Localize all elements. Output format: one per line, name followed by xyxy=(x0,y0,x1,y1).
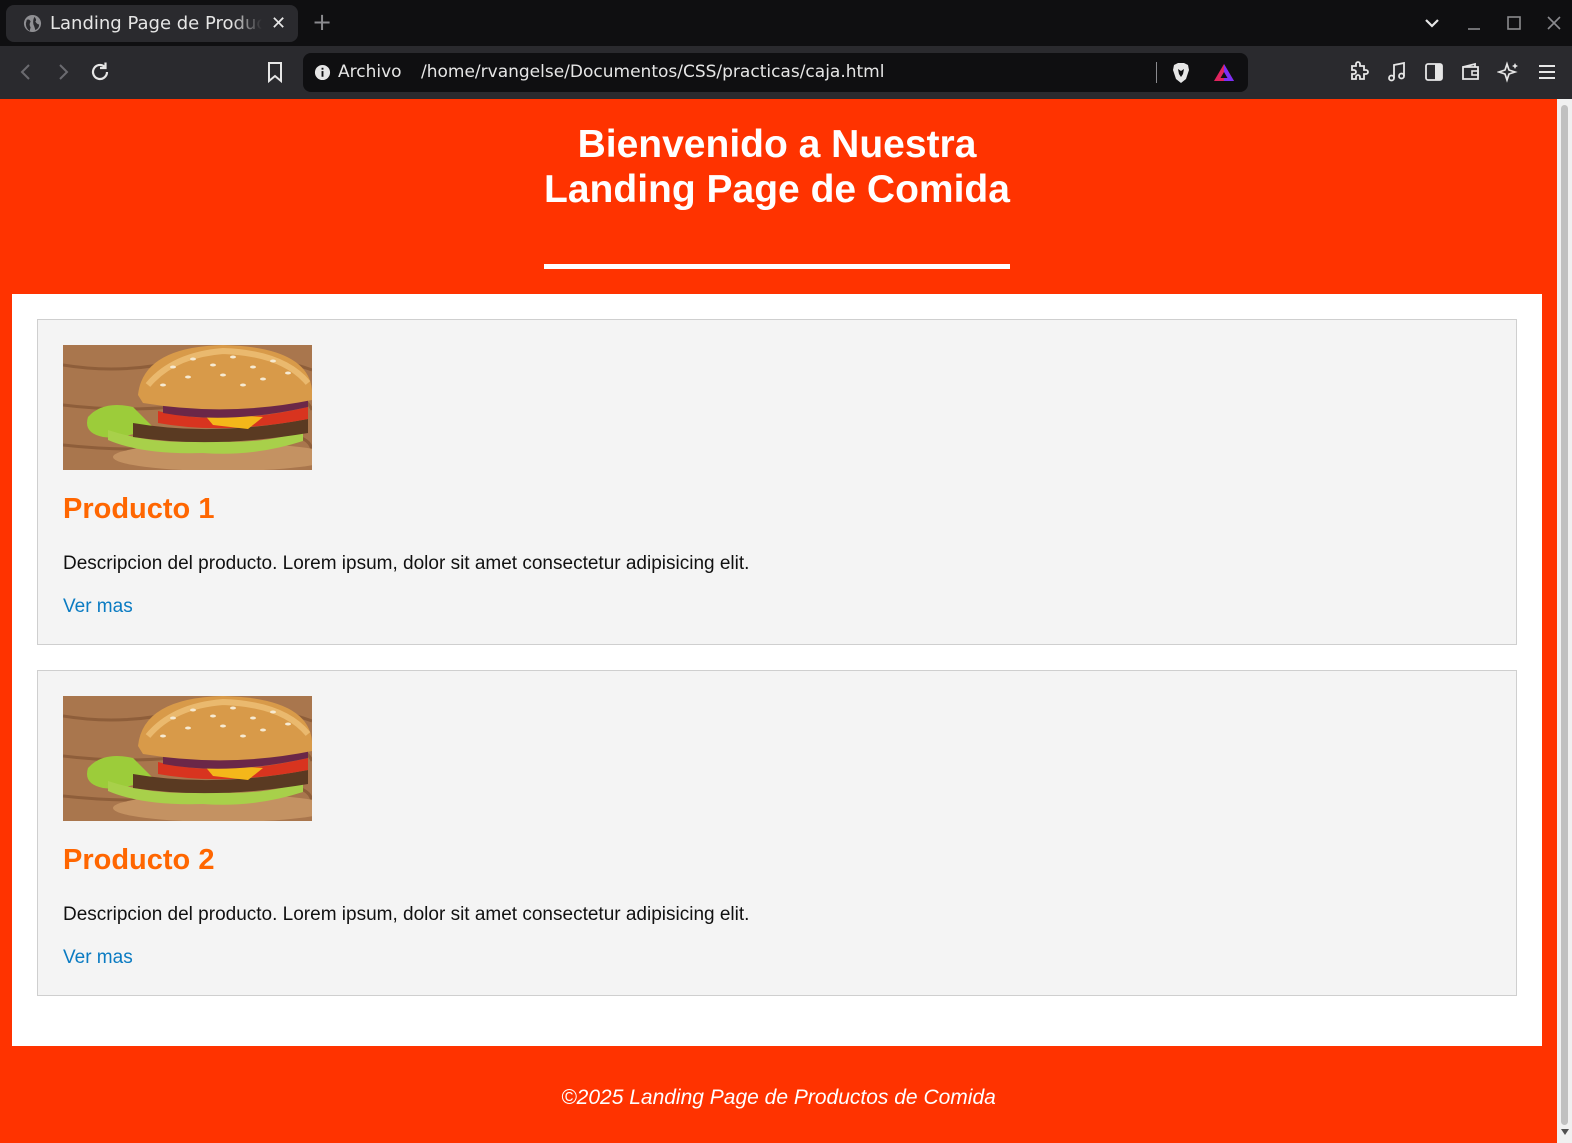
burger-image xyxy=(63,696,312,821)
title-underline xyxy=(544,264,1010,269)
address-bar[interactable]: Archivo /home/rvangelse/Documentos/CSS/p… xyxy=(303,53,1248,92)
page-footer: ©2025 Landing Page de Productos de Comid… xyxy=(0,1046,1557,1143)
browser-tab[interactable]: Landing Page de Productos de Comida ✕ xyxy=(6,5,298,42)
scrollbar-thumb[interactable] xyxy=(1561,105,1568,1125)
tab-title: Landing Page de Productos de Comida xyxy=(50,13,262,34)
page-header: Bienvenido a Nuestra Landing Page de Com… xyxy=(0,99,1557,294)
back-icon[interactable] xyxy=(14,60,38,84)
leo-ai-icon[interactable] xyxy=(1497,60,1521,84)
media-music-icon[interactable] xyxy=(1385,60,1409,84)
footer-copyright: ©2025 Landing Page de Productos de Comid… xyxy=(561,1086,996,1109)
close-tab-icon[interactable]: ✕ xyxy=(271,13,286,34)
burger-image xyxy=(63,345,312,470)
brave-shields-icon[interactable] xyxy=(1169,61,1193,85)
new-tab-button[interactable]: + xyxy=(312,8,332,36)
ver-mas-link[interactable]: Ver mas xyxy=(63,596,133,618)
product-title: Producto 1 xyxy=(63,493,215,525)
scroll-down-arrow-icon[interactable] xyxy=(1561,1129,1569,1135)
url-divider xyxy=(1156,62,1157,83)
browser-toolbar: Archivo /home/rvangelse/Documentos/CSS/p… xyxy=(0,46,1572,99)
reload-icon[interactable] xyxy=(88,60,112,84)
vertical-scrollbar[interactable] xyxy=(1557,99,1572,1143)
page-title: Bienvenido a Nuestra Landing Page de Com… xyxy=(544,123,1010,211)
close-window-icon[interactable] xyxy=(1541,10,1567,36)
page-viewport: Bienvenido a Nuestra Landing Page de Com… xyxy=(0,99,1557,1143)
minimize-icon[interactable] xyxy=(1461,10,1487,36)
tab-list-chevron-icon[interactable] xyxy=(1419,10,1445,36)
product-card: Producto 1 Descripcion del producto. Lor… xyxy=(37,319,1517,645)
extensions-icon[interactable] xyxy=(1347,60,1371,84)
tab-bar: Landing Page de Productos de Comida ✕ + xyxy=(0,0,1572,46)
info-icon[interactable] xyxy=(314,64,331,81)
products-container: Producto 1 Descripcion del producto. Lor… xyxy=(12,294,1542,1046)
product-title: Producto 2 xyxy=(63,844,215,876)
forward-icon[interactable] xyxy=(51,60,75,84)
product-card: Producto 2 Descripcion del producto. Lor… xyxy=(37,670,1517,996)
url-text[interactable]: /home/rvangelse/Documentos/CSS/practicas… xyxy=(421,62,884,82)
maximize-icon[interactable] xyxy=(1501,10,1527,36)
product-description: Descripcion del producto. Lorem ipsum, d… xyxy=(63,904,750,925)
wallet-icon[interactable] xyxy=(1459,60,1483,84)
globe-icon xyxy=(23,14,42,33)
menu-icon[interactable] xyxy=(1535,60,1559,84)
bookmark-icon[interactable] xyxy=(263,60,287,84)
ver-mas-link[interactable]: Ver mas xyxy=(63,947,133,969)
brave-rewards-icon[interactable] xyxy=(1212,61,1236,85)
url-scheme-label: Archivo xyxy=(338,62,402,82)
product-description: Descripcion del producto. Lorem ipsum, d… xyxy=(63,553,750,574)
sidebar-icon[interactable] xyxy=(1422,60,1446,84)
